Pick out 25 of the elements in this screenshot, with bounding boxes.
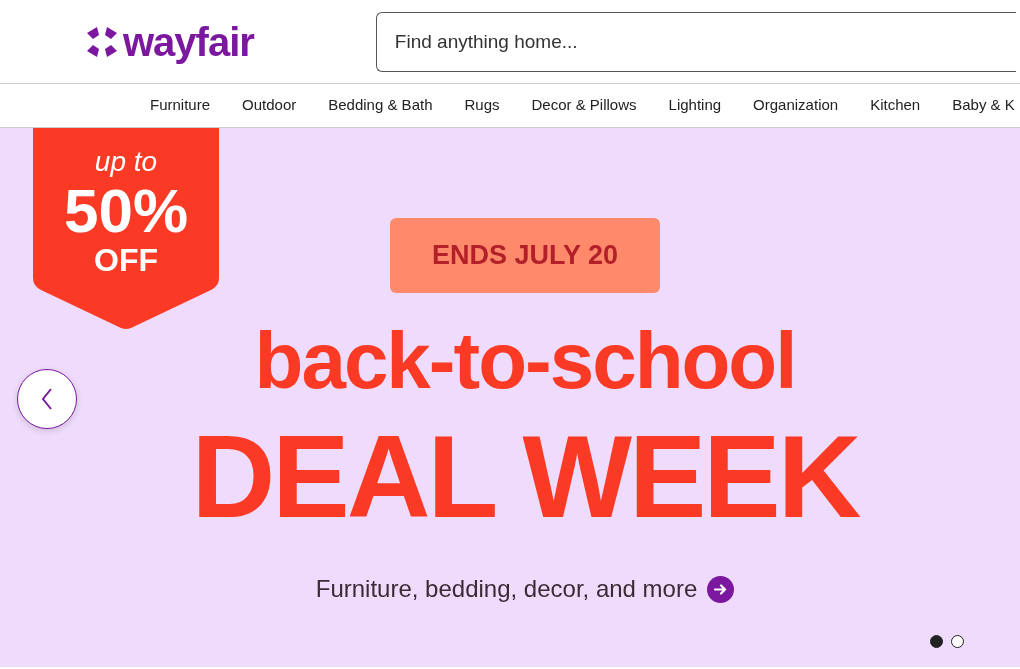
headline: back-to-school [254, 321, 796, 401]
nav-link[interactable]: Lighting [668, 94, 722, 117]
nav-link[interactable]: Organization [753, 94, 839, 117]
nav-link[interactable]: Baby & K [952, 94, 1015, 117]
chevron-left-icon [40, 387, 54, 411]
arrow-right-icon [707, 575, 735, 603]
sale-tag: ENDS JULY 20 [390, 218, 660, 293]
banner[interactable]: up to 50% OFF ENDS JULY 20 back-to-school DEAL WEEK Furniture, bedding, decor, and more [0, 128, 1020, 667]
nav-link[interactable]: Furniture [150, 94, 211, 117]
badge-text: 50% [62, 180, 190, 242]
caption: Furniture, bedding, decor, and more [315, 574, 698, 604]
badge-text: up to [93, 148, 159, 176]
slide-dot[interactable] [951, 635, 964, 648]
logo-icon [85, 24, 119, 59]
nav-link[interactable]: Kitchen [870, 94, 921, 117]
nav-link[interactable]: Decor & Pillows [531, 94, 637, 117]
search-field[interactable]: Find anything home... [375, 11, 1016, 72]
logo[interactable]: wayfair [123, 21, 254, 62]
nav-link[interactable]: Bedding & Bath [328, 94, 433, 117]
headline: DEAL WEEK [191, 419, 859, 535]
badge-text: OFF [93, 244, 159, 276]
nav-link[interactable]: Outdoor [242, 94, 297, 117]
slide-dot[interactable] [930, 635, 943, 648]
nav-link[interactable]: Rugs [464, 94, 500, 117]
previous-button[interactable] [17, 369, 77, 429]
